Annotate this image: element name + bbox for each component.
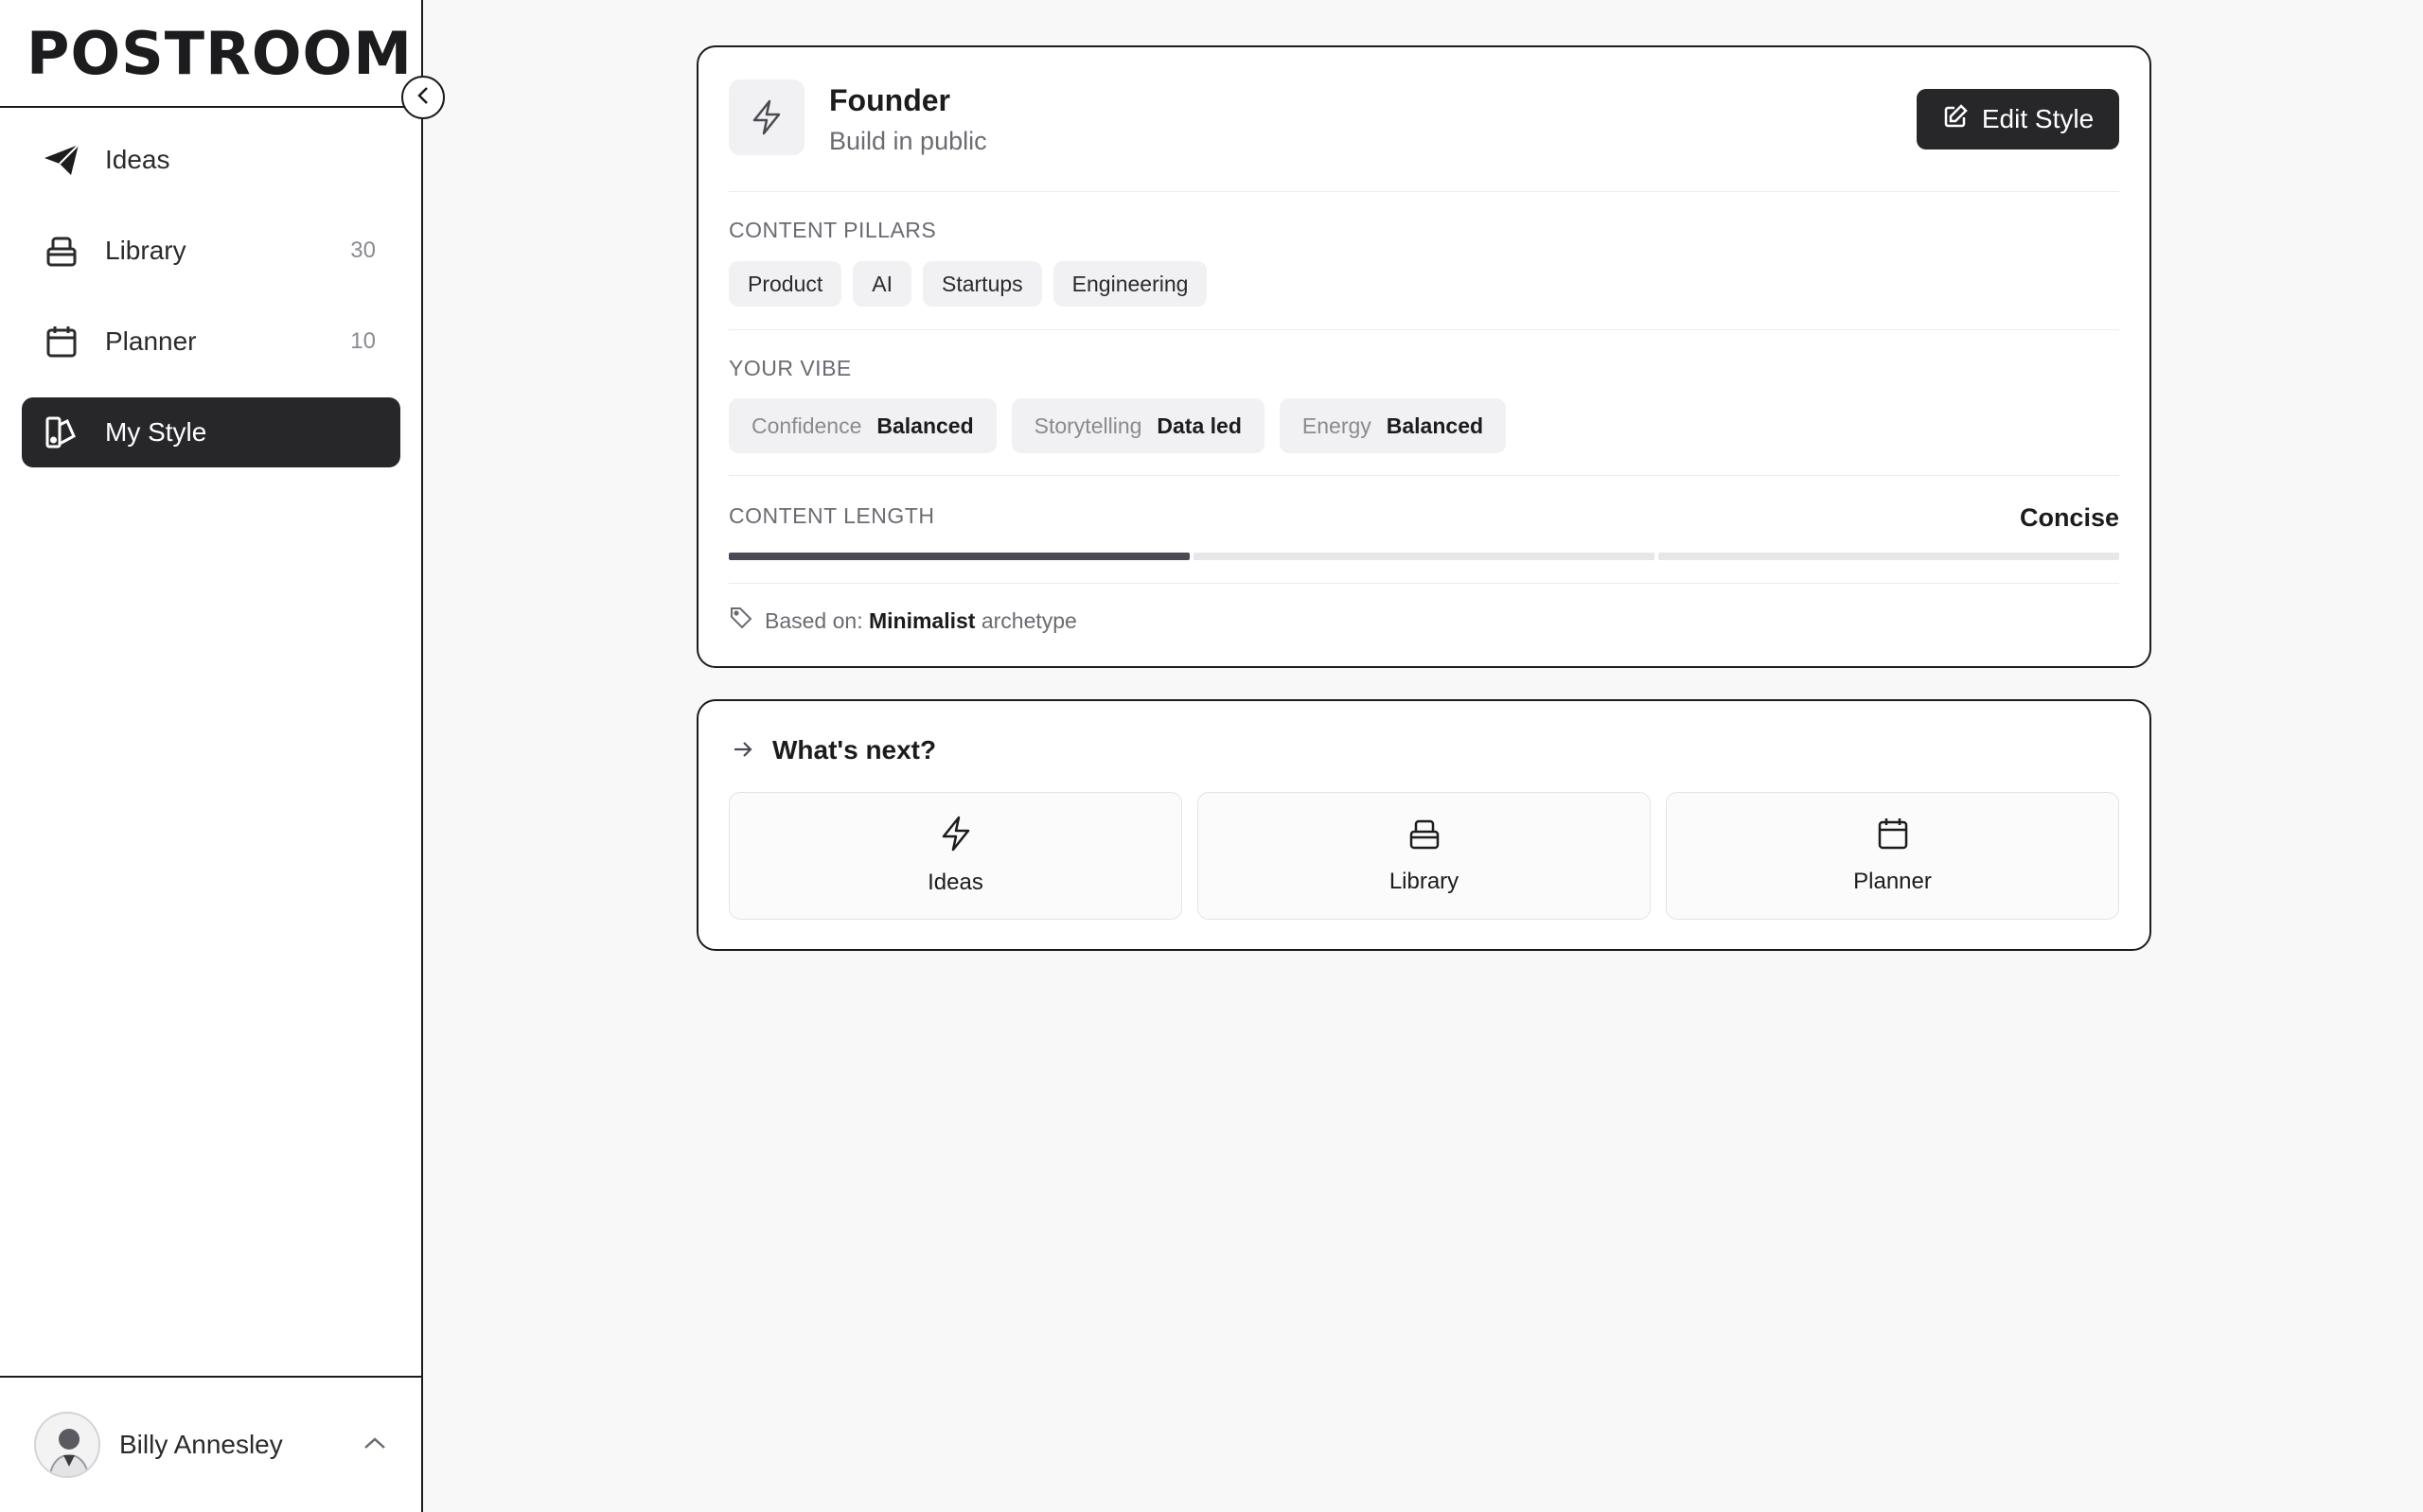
tile-label: Planner xyxy=(1853,869,1932,894)
content-pillars: Product AI Startups Engineering xyxy=(729,261,1208,307)
whats-next-card: What's next? Ideas Library Planner xyxy=(697,699,2151,951)
chevron-left-icon xyxy=(416,85,430,111)
divider xyxy=(729,191,2119,192)
content-length-segment xyxy=(1194,553,1654,560)
pillar-chip[interactable]: Product xyxy=(729,261,842,307)
vibe-value: Balanced xyxy=(1386,413,1484,438)
style-title: Founder xyxy=(829,83,950,117)
sidebar-item-label: Library xyxy=(105,236,186,265)
whats-next-header: What's next? xyxy=(733,735,936,765)
chevron-up-icon[interactable] xyxy=(363,1435,387,1455)
vibe-value: Balanced xyxy=(876,413,974,438)
content-length-value: Concise xyxy=(2019,503,2119,532)
sidebar-item-library[interactable]: Library 30 xyxy=(22,216,400,286)
palette-icon xyxy=(43,413,80,451)
content-pillars-label: CONTENT PILLARS xyxy=(729,218,937,242)
content-length-label: CONTENT LENGTH xyxy=(729,503,935,528)
style-subtitle: Build in public xyxy=(829,127,987,155)
archetype-name: Minimalist xyxy=(868,607,976,633)
tag-icon xyxy=(729,606,753,636)
archive-icon xyxy=(43,232,80,270)
vibe-chip-storytelling: Storytelling Data led xyxy=(1011,398,1265,453)
vibe-key: Confidence xyxy=(752,413,862,438)
edit-style-label: Edit Style xyxy=(1981,104,2095,133)
sidebar-item-label: My Style xyxy=(105,417,207,447)
sidebar-nav: Ideas Library 30 Planner 10 My Style xyxy=(22,125,400,488)
divider xyxy=(729,475,2119,476)
content-length-segment xyxy=(729,553,1190,560)
pillar-chip[interactable]: Startups xyxy=(923,261,1042,307)
vibe-key: Storytelling xyxy=(1034,413,1142,438)
style-header: Founder Build in public Edit Style xyxy=(729,79,2119,159)
edit-icon xyxy=(1942,103,1969,136)
your-vibe-label: YOUR VIBE xyxy=(729,356,852,380)
logo-area: POSTROOM xyxy=(0,0,421,108)
vibe-chip-confidence: Confidence Balanced xyxy=(729,398,997,453)
next-tile-library[interactable]: Library xyxy=(1197,792,1651,920)
tile-label: Ideas xyxy=(928,870,983,895)
sidebar-item-planner[interactable]: Planner 10 xyxy=(22,307,400,377)
sidebar-item-my-style[interactable]: My Style xyxy=(22,397,400,467)
content-length-segment xyxy=(1658,553,2119,560)
vibe-value: Data led xyxy=(1157,413,1242,438)
based-prefix: Based on: xyxy=(765,607,863,633)
avatar xyxy=(34,1412,100,1478)
user-menu[interactable]: Billy Annesley xyxy=(0,1376,421,1512)
archive-icon xyxy=(1407,817,1441,857)
sidebar-item-ideas[interactable]: Ideas xyxy=(22,125,400,195)
style-card: Founder Build in public Edit Style CONTE… xyxy=(697,45,2151,668)
divider xyxy=(729,583,2119,584)
pillar-chip[interactable]: AI xyxy=(853,261,911,307)
sidebar-item-count: 10 xyxy=(350,328,376,354)
divider xyxy=(729,329,2119,330)
whats-next-tiles: Ideas Library Planner xyxy=(729,792,2119,920)
bolt-icon xyxy=(729,79,805,155)
vibe-list: Confidence Balanced Storytelling Data le… xyxy=(729,398,1507,453)
vibe-chip-energy: Energy Balanced xyxy=(1279,398,1507,453)
vibe-key: Energy xyxy=(1301,413,1371,438)
sidebar-item-label: Ideas xyxy=(105,145,170,174)
sidebar-item-count: 30 xyxy=(350,237,376,263)
based-suffix: archetype xyxy=(981,607,1077,633)
content-length-meter xyxy=(729,553,2119,560)
paper-plane-icon xyxy=(43,141,80,179)
based-on: Based on: Minimalist archetype xyxy=(729,606,1077,636)
calendar-icon xyxy=(1876,817,1910,857)
user-name: Billy Annesley xyxy=(119,1430,283,1459)
sidebar: POSTROOM Ideas Library 30 Planner 10 My … xyxy=(0,0,423,1512)
next-tile-planner[interactable]: Planner xyxy=(1666,792,2119,920)
whats-next-title: What's next? xyxy=(772,735,937,765)
collapse-sidebar-button[interactable] xyxy=(401,76,445,119)
edit-style-button[interactable]: Edit Style xyxy=(1917,89,2119,149)
calendar-icon xyxy=(43,323,80,360)
arrow-right-icon xyxy=(733,735,753,765)
sidebar-item-label: Planner xyxy=(105,326,197,356)
tile-label: Library xyxy=(1388,869,1459,894)
app-logo[interactable]: POSTROOM xyxy=(27,19,413,88)
next-tile-ideas[interactable]: Ideas xyxy=(729,792,1182,920)
bolt-icon xyxy=(940,816,972,858)
pillar-chip[interactable]: Engineering xyxy=(1052,261,1208,307)
